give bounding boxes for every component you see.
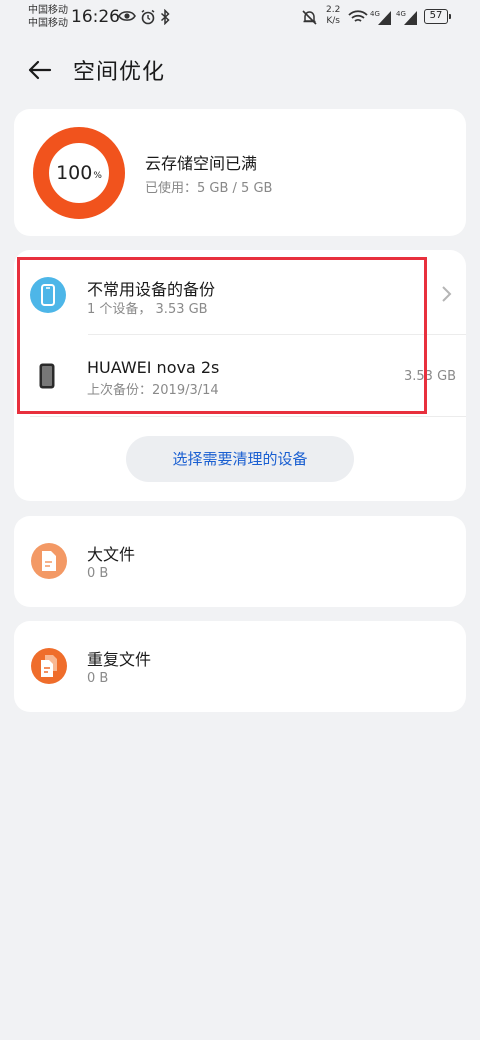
duplicate-document-icon (31, 648, 67, 684)
net-speed-value: 2.2 (326, 5, 341, 15)
backup-card: 不常用设备的备份 1 个设备， 3.53 GB HUAWEI nova 2s 上… (14, 250, 466, 501)
duplicate-files-title: 重复文件 (87, 650, 152, 669)
unused-device-backup-row[interactable]: 不常用设备的备份 1 个设备， 3.53 GB (14, 250, 466, 334)
storage-percent-unit: % (93, 171, 102, 181)
device-name: HUAWEI nova 2s (87, 358, 220, 377)
alarm-icon (141, 9, 155, 25)
storage-status-title: 云存储空间已满 (145, 154, 258, 173)
chevron-right-icon[interactable] (440, 284, 454, 304)
carrier-2: 中国移动 (28, 18, 68, 29)
status-bar: 中国移动 中国移动 16:26 2.2 K/s 4G 4G 57 (0, 0, 480, 36)
storage-percent: 100 % (32, 126, 126, 220)
wifi-icon (348, 10, 368, 22)
unused-device-backup-title: 不常用设备的备份 (87, 280, 216, 299)
header: 空间优化 (0, 44, 480, 94)
signal-icon (404, 11, 417, 25)
storage-used-text: 已使用：5 GB / 5 GB (145, 181, 273, 196)
device-backup-item[interactable]: HUAWEI nova 2s 上次备份：2019/3/14 3.53 GB (14, 335, 466, 415)
eye-icon (118, 11, 136, 21)
carrier-1: 中国移动 (28, 5, 68, 16)
select-devices-to-clean-button[interactable]: 选择需要清理的设备 (126, 436, 354, 482)
net-speed-unit: K/s (326, 16, 340, 26)
signal-icon (378, 11, 391, 25)
device-last-backup: 上次备份：2019/3/14 (87, 383, 219, 398)
large-files-title: 大文件 (87, 545, 136, 564)
mute-icon (302, 10, 317, 25)
clock: 16:26 (71, 7, 120, 27)
device-backup-size: 3.53 GB (404, 369, 457, 384)
carrier-labels: 中国移动 中国移动 (28, 4, 68, 30)
phone-device-icon (39, 363, 55, 389)
divider (30, 416, 466, 417)
unused-device-backup-summary: 1 个设备， 3.53 GB (87, 302, 208, 317)
document-icon (31, 543, 67, 579)
storage-percent-value: 100 (56, 162, 93, 184)
phone-icon (30, 277, 66, 313)
large-files-card[interactable]: 大文件 0 B (14, 516, 466, 607)
battery-icon: 57 (424, 9, 451, 24)
duplicate-files-size: 0 B (87, 671, 109, 686)
network-speed: 2.2 K/s (326, 5, 340, 27)
page-title: 空间优化 (73, 60, 166, 85)
large-files-size: 0 B (87, 566, 109, 581)
storage-summary-card: 100 % 云存储空间已满 已使用：5 GB / 5 GB (14, 109, 466, 236)
arrow-left-icon[interactable] (24, 54, 56, 86)
bluetooth-icon (160, 9, 170, 25)
duplicate-files-card[interactable]: 重复文件 0 B (14, 621, 466, 712)
